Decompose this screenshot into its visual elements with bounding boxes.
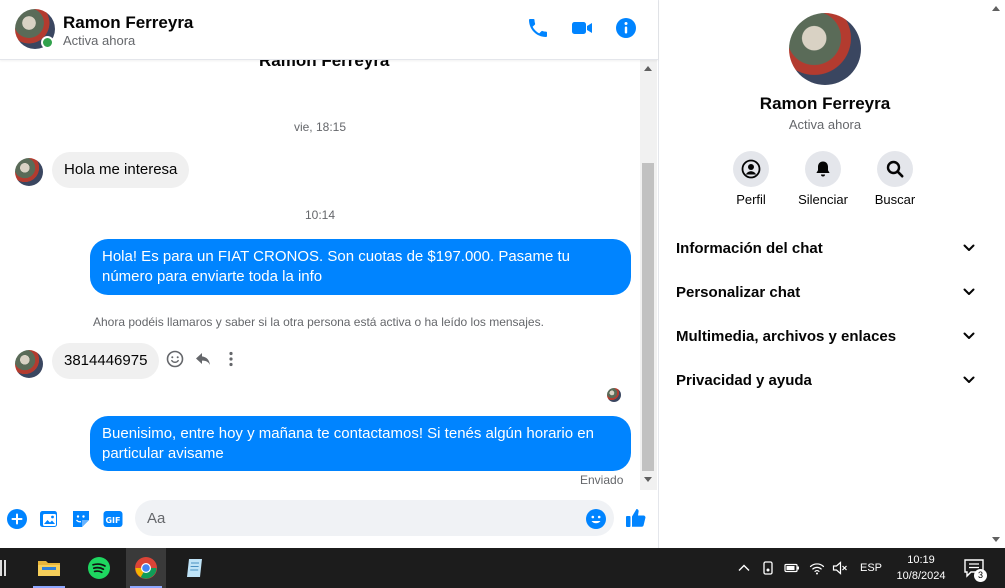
section-customize-chat[interactable]: Personalizar chat bbox=[676, 278, 976, 306]
clock[interactable]: 10:19 10/8/2024 bbox=[890, 552, 952, 584]
input-language[interactable]: ESP bbox=[860, 562, 882, 574]
clock-date: 10/8/2024 bbox=[896, 570, 946, 582]
sticker-icon[interactable] bbox=[70, 508, 92, 530]
delivery-status: Enviado bbox=[580, 473, 624, 487]
taskbar-notes-app[interactable] bbox=[175, 548, 215, 588]
bell-icon bbox=[816, 161, 830, 177]
search-button[interactable]: Buscar bbox=[860, 151, 930, 207]
chevron-down-icon bbox=[963, 332, 975, 339]
chat-pane: Ramon Ferreyra Activa ahora Ramon Ferrey… bbox=[0, 0, 658, 548]
chat-header: Ramon Ferreyra Activa ahora bbox=[0, 0, 658, 60]
chevron-down-icon bbox=[963, 288, 975, 295]
reply-icon[interactable] bbox=[194, 350, 212, 368]
clock-time: 10:19 bbox=[907, 554, 935, 566]
scroll-down-arrow-icon[interactable] bbox=[644, 477, 652, 482]
plus-icon[interactable] bbox=[6, 508, 28, 530]
section-chat-info[interactable]: Información del chat bbox=[676, 234, 976, 262]
taskbar-spotify[interactable] bbox=[79, 548, 119, 588]
task-view-icon[interactable] bbox=[0, 560, 6, 576]
scrollbar[interactable] bbox=[640, 60, 657, 490]
message-bubble-incoming[interactable]: 3814446975 bbox=[52, 343, 160, 379]
notification-badge: 3 bbox=[974, 569, 987, 582]
mute-button[interactable]: Silenciar bbox=[788, 151, 858, 207]
emoji-icon[interactable] bbox=[585, 508, 607, 530]
taskbar-file-explorer[interactable] bbox=[29, 548, 69, 588]
timestamp: vie, 18:15 bbox=[293, 120, 347, 134]
chevron-down-icon bbox=[963, 376, 975, 383]
search-icon bbox=[886, 160, 904, 178]
gif-icon[interactable]: GIF bbox=[102, 508, 124, 530]
message-list: Ramon Ferreyra vie, 18:15 Hola me intere… bbox=[0, 60, 640, 490]
contact-name[interactable]: Ramon Ferreyra bbox=[63, 13, 193, 33]
profile-button[interactable]: Perfil bbox=[716, 151, 786, 207]
video-camera-icon[interactable] bbox=[570, 16, 594, 40]
profile-button-circle[interactable] bbox=[733, 151, 769, 187]
online-indicator bbox=[41, 36, 54, 49]
message-bubble-outgoing[interactable]: Buenisimo, entre hoy y mañana te contact… bbox=[90, 416, 631, 471]
thumbs-up-icon[interactable] bbox=[624, 506, 648, 530]
section-label: Privacidad y ayuda bbox=[676, 372, 812, 389]
section-label: Información del chat bbox=[676, 240, 823, 257]
chevron-down-icon bbox=[963, 244, 975, 251]
chrome-icon bbox=[135, 557, 157, 579]
folder-icon bbox=[38, 561, 60, 576]
scroll-up-arrow-icon[interactable] bbox=[992, 6, 1000, 11]
taskbar: ESP 10:19 10/8/2024 3 bbox=[0, 548, 1005, 588]
message-composer: GIF bbox=[0, 490, 658, 548]
activity-notice: Ahora podéis llamaros y saber si la otra… bbox=[93, 315, 544, 329]
message-input[interactable] bbox=[135, 500, 614, 536]
svg-text:GIF: GIF bbox=[105, 516, 120, 525]
info-contact-status: Activa ahora bbox=[788, 117, 862, 132]
search-label: Buscar bbox=[874, 192, 916, 207]
smiley-react-icon[interactable] bbox=[166, 350, 184, 368]
spotify-icon bbox=[88, 557, 110, 579]
info-icon[interactable] bbox=[614, 16, 638, 40]
wifi-icon[interactable] bbox=[809, 560, 825, 576]
section-label: Multimedia, archivos y enlaces bbox=[676, 328, 897, 345]
battery-icon[interactable] bbox=[784, 560, 800, 576]
device-icon[interactable] bbox=[760, 560, 776, 576]
phone-icon[interactable] bbox=[526, 16, 550, 40]
message-bubble-incoming[interactable]: Hola me interesa bbox=[52, 152, 190, 188]
profile-icon bbox=[741, 159, 761, 179]
avatar[interactable] bbox=[15, 350, 43, 378]
app-window: Ramon Ferreyra Activa ahora Ramon Ferrey… bbox=[0, 0, 1005, 588]
image-icon[interactable] bbox=[38, 508, 60, 530]
section-media-files-links[interactable]: Multimedia, archivos y enlaces bbox=[676, 322, 976, 350]
seen-indicator-avatar bbox=[607, 388, 621, 402]
contact-status: Activa ahora bbox=[63, 33, 136, 48]
avatar[interactable] bbox=[789, 13, 861, 85]
profile-label: Perfil bbox=[736, 192, 766, 207]
message-bubble-outgoing[interactable]: Hola! Es para un FIAT CRONOS. Son cuotas… bbox=[90, 239, 631, 295]
mute-button-circle[interactable] bbox=[805, 151, 841, 187]
info-contact-name: Ramon Ferreyra bbox=[759, 94, 891, 113]
chevron-up-icon[interactable] bbox=[736, 560, 752, 576]
avatar[interactable] bbox=[15, 158, 43, 186]
more-options-icon[interactable] bbox=[222, 350, 240, 368]
section-privacy-help[interactable]: Privacidad y ayuda bbox=[676, 366, 976, 394]
notepad-icon bbox=[187, 559, 202, 577]
scrollbar-thumb[interactable] bbox=[642, 163, 654, 471]
mute-label: Silenciar bbox=[798, 192, 848, 207]
taskbar-chrome[interactable] bbox=[126, 548, 166, 588]
chat-info-panel: Ramon Ferreyra Activa ahora Perfil Silen… bbox=[658, 0, 1005, 548]
timestamp: 10:14 bbox=[304, 208, 336, 222]
volume-muted-icon[interactable] bbox=[832, 560, 848, 576]
conversation-top-name: Ramon Ferreyra bbox=[259, 60, 390, 70]
scroll-down-arrow-icon[interactable] bbox=[992, 537, 1000, 542]
section-label: Personalizar chat bbox=[676, 284, 801, 301]
scroll-up-arrow-icon[interactable] bbox=[644, 66, 652, 71]
search-button-circle[interactable] bbox=[877, 151, 913, 187]
